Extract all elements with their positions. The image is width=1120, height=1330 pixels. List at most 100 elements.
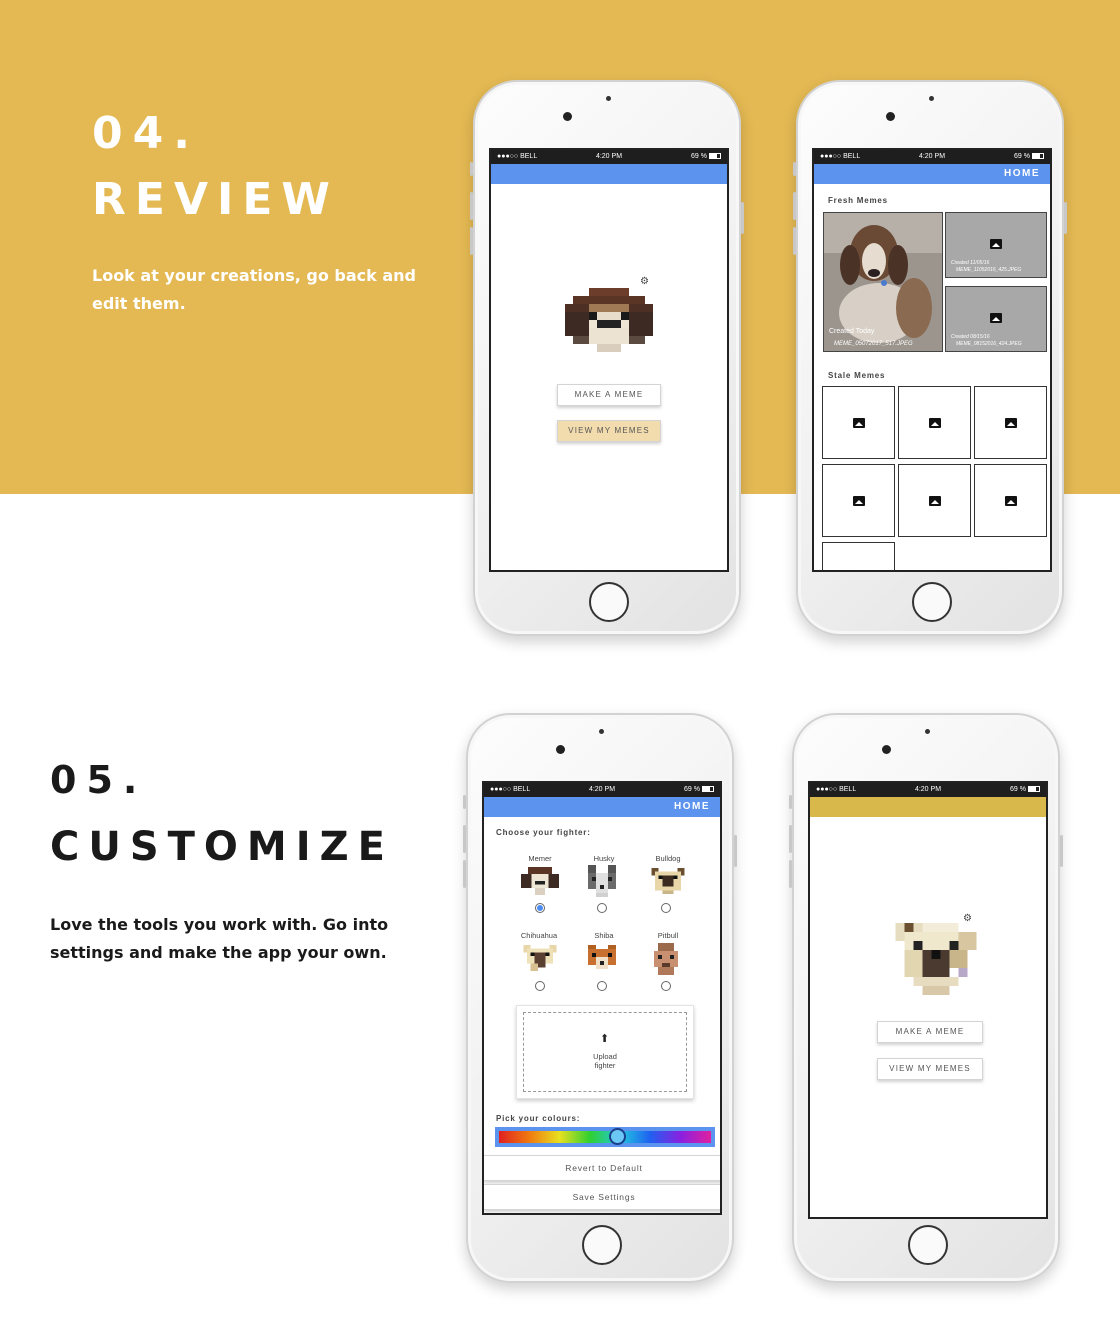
image-icon (1004, 417, 1017, 428)
app-bar: HOME (484, 797, 720, 817)
beagle-avatar (565, 288, 653, 352)
fighter-name: Bulldog (655, 854, 681, 863)
status-bar: ●●●○○ BELL 4:20 PM 69 % (810, 783, 1046, 797)
chihuahua-fighter-icon (523, 945, 557, 971)
bulldog-avatar (895, 923, 977, 995)
make-meme-button[interactable]: MAKE A MEME (557, 384, 661, 406)
make-meme-button[interactable]: MAKE A MEME (877, 1021, 983, 1043)
status-bar: ●●●○○ BELL 4:20 PM 69 % (814, 150, 1050, 164)
section-5-desc-line1: Love the tools you work with. Go into (50, 915, 389, 934)
shiba-fighter-icon (588, 945, 616, 969)
upload-line-1: Upload (593, 1052, 617, 1061)
image-icon (928, 417, 941, 428)
battery-label: 69 % (691, 153, 707, 160)
battery: 69 % (1014, 150, 1044, 164)
image-icon (990, 312, 1002, 323)
image-icon (852, 495, 865, 506)
fighter-name: Husky (593, 854, 615, 863)
screen: ●●●○○ BELL 4:20 PM 69 % HOME Fresh Memes… (812, 148, 1052, 572)
home-hardware-button[interactable] (589, 582, 629, 622)
fighter-radio-chihuahua[interactable] (535, 981, 545, 991)
battery-icon (702, 786, 714, 793)
tile-2-created: Created 08/15/16 (951, 334, 990, 340)
stale-meme-tile[interactable] (974, 386, 1047, 459)
section-5-title: CUSTOMIZE (50, 824, 394, 870)
save-settings-button[interactable]: Save Settings (484, 1184, 720, 1210)
app-bar: HOME (814, 164, 1050, 184)
upload-label: Upload fighter (517, 1052, 693, 1070)
section-4-title: REVIEW (92, 174, 339, 225)
phone-meme-gallery: ●●●○○ BELL 4:20 PM 69 % HOME Fresh Memes… (793, 80, 1067, 636)
featured-meme-tile[interactable]: Created Today MEME_05072017_517.JPEG (823, 212, 943, 352)
image-icon (852, 417, 865, 428)
section-4-description: Look at your creations, go back and edit… (92, 262, 416, 318)
tile-1-file: MEME_11052016_425.JPEG (956, 267, 1022, 273)
phone-home-beagle: ●●●○○ BELL 4:20 PM 69 % ⚙ MAKE A MEME VI… (470, 80, 744, 636)
upload-line-2: fighter (594, 1061, 616, 1070)
home-link[interactable]: HOME (1004, 164, 1040, 184)
tile-2-file: MEME_08152016_424.JPEG (956, 341, 1022, 347)
pick-colours-label: Pick your colours: (496, 1114, 581, 1123)
stale-meme-tile[interactable] (822, 542, 895, 570)
battery-icon (1032, 153, 1044, 160)
app-bar (491, 164, 727, 184)
colour-slider[interactable] (495, 1127, 715, 1147)
status-bar: ●●●○○ BELL 4:20 PM 69 % (491, 150, 727, 164)
bulldog-fighter-icon (651, 868, 685, 894)
section-5-desc-line2: settings and make the app your own. (50, 943, 387, 962)
image-icon (928, 495, 941, 506)
fighter-radio-bulldog[interactable] (661, 903, 671, 913)
home-hardware-button[interactable] (912, 582, 952, 622)
fighter-name: Chihuahua (520, 931, 558, 940)
screen: ●●●○○ BELL 4:20 PM 69 % ⚙ MAKE A MEME VI… (489, 148, 729, 572)
memer-fighter-icon (521, 867, 559, 895)
section-4-number: 04. (92, 108, 200, 159)
battery-label: 69 % (684, 786, 700, 793)
fighter-name: Shiba (594, 931, 614, 940)
fighter-radio-pitbull[interactable] (661, 981, 671, 991)
upload-fighter-dropzone[interactable]: ⬆ Upload fighter (516, 1005, 694, 1099)
fighter-radio-husky[interactable] (597, 903, 607, 913)
section-4-desc-line2: edit them. (92, 294, 186, 313)
stale-meme-tile[interactable] (898, 386, 971, 459)
battery-icon (709, 153, 721, 160)
app-bar (810, 797, 1046, 817)
section-5-number: 05. (50, 758, 148, 802)
screen: ●●●○○ BELL 4:20 PM 69 % ⚙ MAKE A MEME VI… (808, 781, 1048, 1219)
battery-label: 69 % (1010, 786, 1026, 793)
stale-meme-tile[interactable] (898, 464, 971, 537)
featured-file: MEME_05072017_517.JPEG (834, 341, 913, 347)
screen: ●●●○○ BELL 4:20 PM 69 % HOME Choose your… (482, 781, 722, 1215)
upload-icon: ⬆ (600, 1033, 610, 1045)
home-hardware-button[interactable] (908, 1225, 948, 1265)
phone-settings: ●●●○○ BELL 4:20 PM 69 % HOME Choose your… (463, 713, 737, 1283)
home-hardware-button[interactable] (582, 1225, 622, 1265)
featured-caption: Created Today (829, 328, 875, 335)
section-5-description: Love the tools you work with. Go into se… (50, 911, 388, 967)
colour-slider-track (499, 1131, 711, 1143)
fresh-meme-tile-1[interactable]: Created 11/05/16 MEME_11052016_425.JPEG (945, 212, 1047, 278)
view-memes-button[interactable]: VIEW MY MEMES (557, 420, 661, 442)
choose-fighter-label: Choose your fighter: (496, 828, 591, 837)
stale-meme-tile[interactable] (822, 464, 895, 537)
home-link[interactable]: HOME (674, 797, 710, 817)
tile-1-created: Created 11/05/16 (951, 260, 990, 266)
section-4-desc-line1: Look at your creations, go back and (92, 266, 416, 285)
stale-meme-tile[interactable] (974, 464, 1047, 537)
fresh-memes-label: Fresh Memes (828, 196, 888, 205)
pitbull-fighter-icon (654, 943, 678, 975)
fighter-radio-memer[interactable] (535, 903, 545, 913)
fighter-name: Memer (528, 854, 552, 863)
fighter-radio-shiba[interactable] (597, 981, 607, 991)
revert-default-button[interactable]: Revert to Default (484, 1155, 720, 1181)
stale-meme-tile[interactable] (822, 386, 895, 459)
view-memes-button[interactable]: VIEW MY MEMES (877, 1058, 983, 1080)
stale-memes-label: Stale Memes (828, 371, 886, 380)
fighter-name: Pitbull (657, 931, 679, 940)
image-icon (1004, 495, 1017, 506)
battery: 69 % (1010, 783, 1040, 797)
phone-home-customized: ●●●○○ BELL 4:20 PM 69 % ⚙ MAKE A MEME VI… (789, 713, 1063, 1283)
fresh-meme-tile-2[interactable]: Created 08/15/16 MEME_08152016_424.JPEG (945, 286, 1047, 352)
status-bar: ●●●○○ BELL 4:20 PM 69 % (484, 783, 720, 797)
battery: 69 % (684, 783, 714, 797)
